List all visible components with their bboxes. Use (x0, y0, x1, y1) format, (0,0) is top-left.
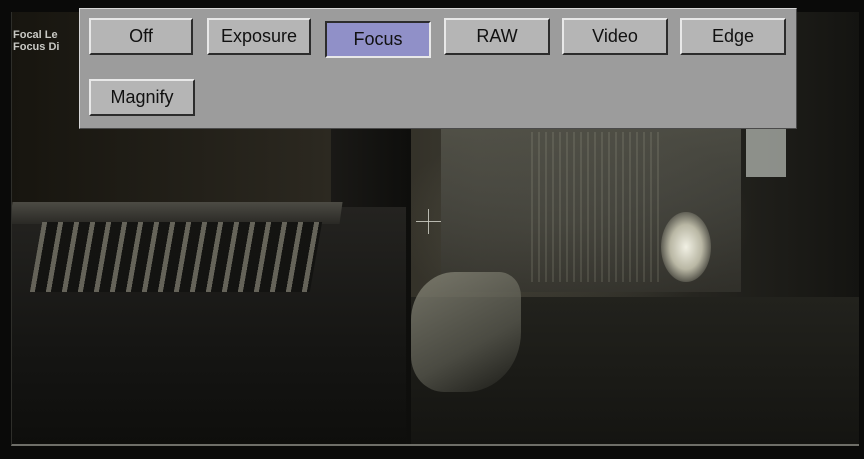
focal-length-label: Focal Le (13, 29, 58, 41)
edge-button[interactable]: Edge (680, 18, 786, 55)
mode-menu-panel: Off Exposure Focus RAW Video Edge Magnif… (79, 8, 797, 129)
focus-distance-label: Focus Di (13, 41, 60, 53)
video-button[interactable]: Video (562, 18, 668, 55)
focus-button[interactable]: Focus (325, 21, 431, 58)
crosshair-icon-vertical (428, 209, 429, 234)
raw-button[interactable]: RAW (444, 18, 550, 55)
exposure-button[interactable]: Exposure (207, 18, 311, 55)
off-button[interactable]: Off (89, 18, 193, 55)
magnify-button[interactable]: Magnify (89, 79, 195, 116)
